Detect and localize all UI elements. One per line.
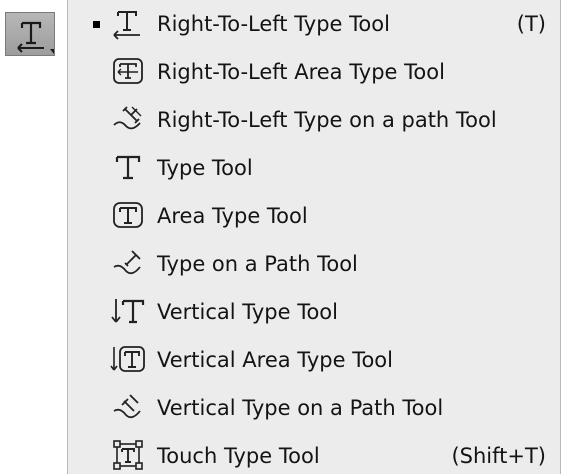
menu-item-type-on-path-tool[interactable]: Type on a Path Tool: [68, 240, 560, 288]
vertical-type-on-path-icon: [113, 394, 141, 419]
selected-bullet-icon: [93, 21, 100, 28]
menu-item-vertical-type-tool[interactable]: Vertical Type Tool: [68, 288, 560, 336]
right-to-left-type-icon: [113, 11, 140, 40]
menu-item-vertical-area-type-tool[interactable]: Vertical Area Type Tool: [68, 336, 560, 384]
type-icon: [115, 155, 141, 180]
type-tool-icon: [17, 21, 54, 54]
menu-item-area-type-tool[interactable]: Area Type Tool: [68, 192, 560, 240]
menu-item-right-to-left-area-type-tool[interactable]: Right-To-Left Area Type Tool: [68, 48, 560, 96]
menu-item-right-to-left-type-on-path-tool[interactable]: Right-To-Left Type on a path Tool: [68, 96, 560, 144]
type-on-path-icon: [113, 250, 141, 275]
menu-item-label: Touch Type Tool: [157, 444, 320, 468]
menu-item-label: Right-To-Left Area Type Tool: [157, 60, 445, 84]
vertical-type-icon: [111, 299, 145, 324]
menu-item-shortcut: (T): [516, 12, 546, 36]
menu-item-vertical-type-on-path-tool[interactable]: Vertical Type on a Path Tool: [68, 384, 560, 432]
touch-type-icon: [113, 440, 143, 470]
menu-item-label: Right-To-Left Type Tool: [157, 12, 390, 36]
menu-item-shortcut: (Shift+T): [451, 444, 546, 468]
area-type-icon: [113, 202, 143, 228]
vertical-area-type-icon: [110, 346, 145, 372]
menu-item-type-tool[interactable]: Type Tool: [68, 144, 560, 192]
menu-item-label: Area Type Tool: [157, 204, 308, 228]
menu-item-label: Vertical Type Tool: [157, 300, 338, 324]
menu-item-label: Vertical Area Type Tool: [157, 348, 393, 372]
tool-flyout: Right-To-Left Type Tool (T) Right-To-Lef…: [0, 0, 565, 474]
right-to-left-type-on-path-icon: [113, 106, 142, 130]
menu-item-label: Type Tool: [157, 156, 253, 180]
right-to-left-area-type-icon: [113, 58, 143, 84]
menu-item-label: Right-To-Left Type on a path Tool: [157, 108, 497, 132]
menu-item-label: Type on a Path Tool: [157, 252, 358, 276]
menu-item-label: Vertical Type on a Path Tool: [157, 396, 444, 420]
menu-item-right-to-left-type-tool[interactable]: Right-To-Left Type Tool (T): [68, 0, 560, 48]
menu-item-touch-type-tool[interactable]: Touch Type Tool (Shift+T): [68, 432, 560, 474]
type-tool-button[interactable]: [5, 12, 55, 56]
type-tools-menu: Right-To-Left Type Tool (T) Right-To-Lef…: [67, 0, 561, 474]
